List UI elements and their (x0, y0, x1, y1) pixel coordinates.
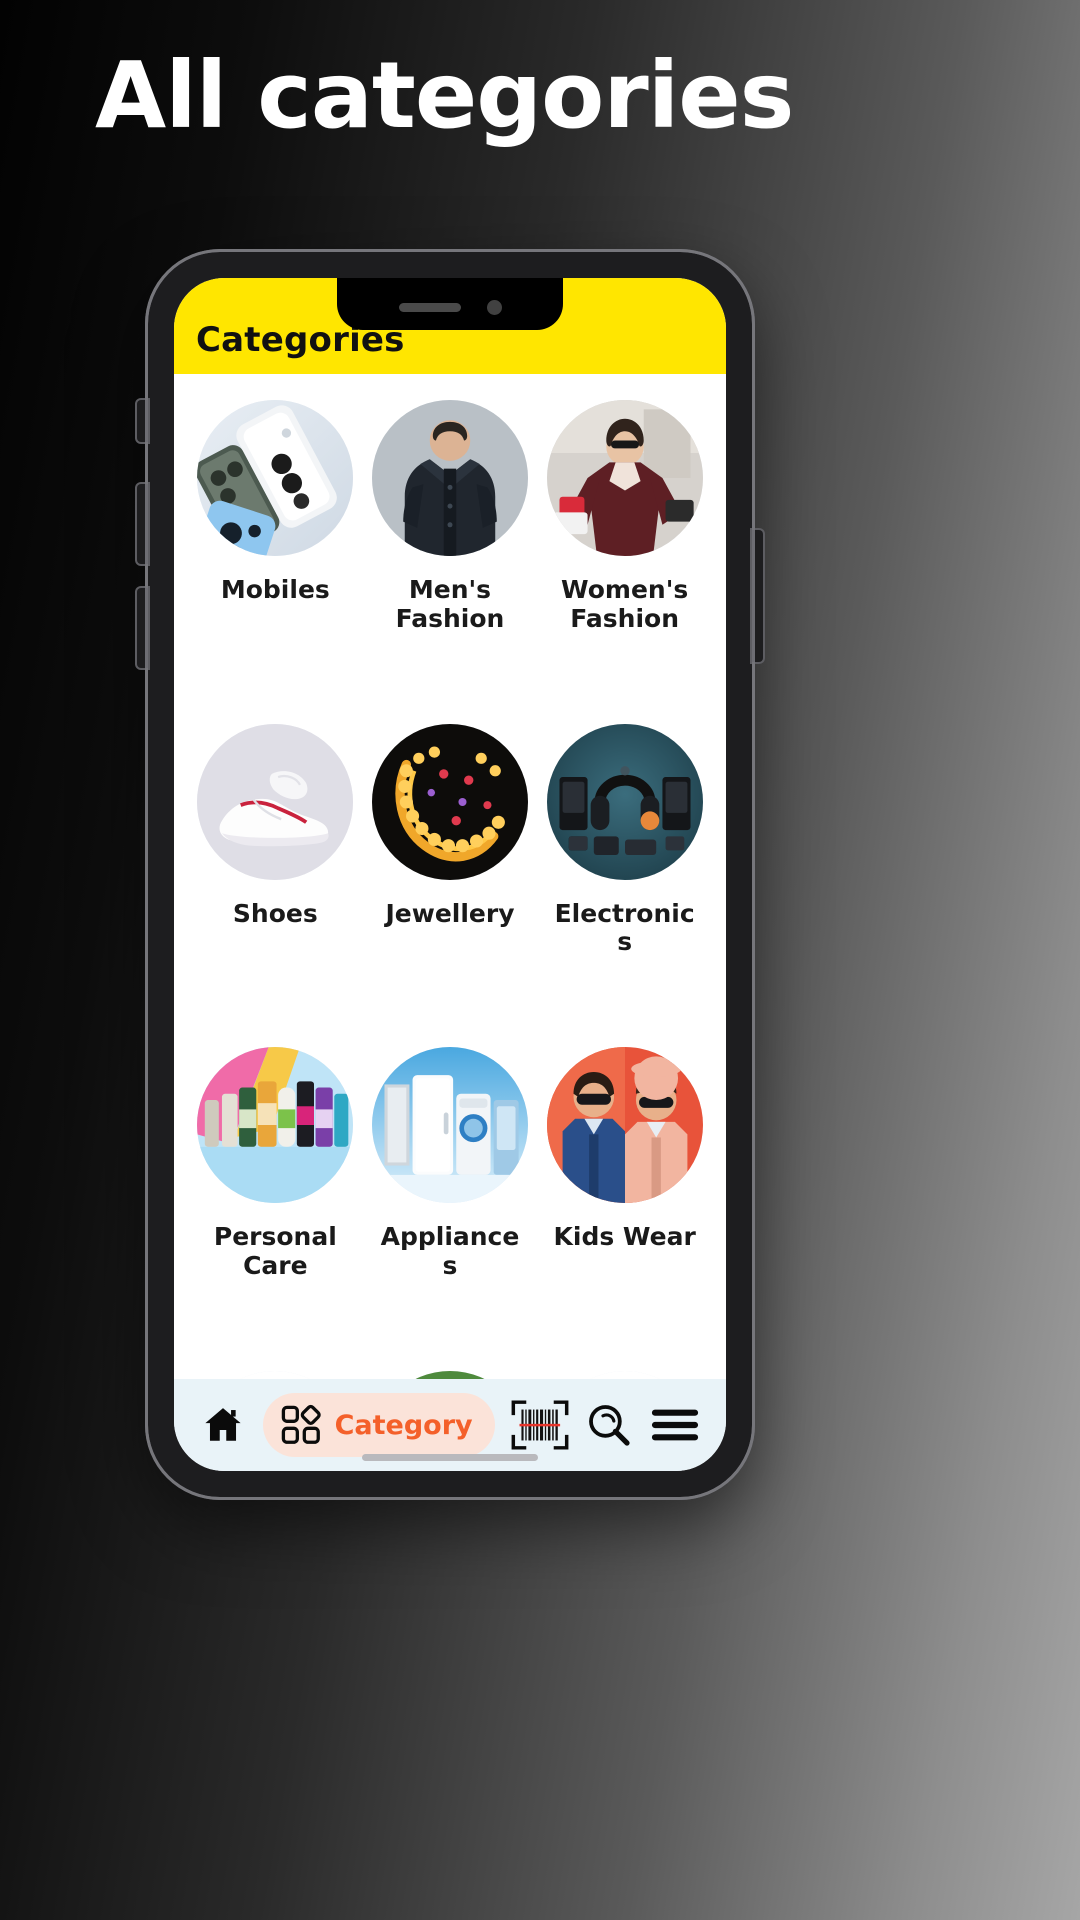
grocery-thumb-icon (197, 1370, 354, 1379)
volume-up-button[interactable] (137, 484, 148, 564)
grid-row-spacer (363, 973, 538, 1031)
speaker-grill-icon (398, 302, 461, 312)
nav-item-search[interactable] (585, 1401, 633, 1449)
category-item-jewellery[interactable]: Jewellery (363, 723, 538, 958)
jewellery-thumb-icon (371, 723, 528, 880)
category-item-mobiles[interactable]: Mobiles (188, 400, 363, 634)
grid-icon (281, 1404, 321, 1444)
grid-row-spacer (537, 973, 712, 1031)
category-grid-scroll[interactable]: Mobiles Men's Fashion Women's Fashion Sh… (174, 374, 726, 1379)
category-item-appliances[interactable]: Appliances (363, 1047, 538, 1281)
category-item-womens-fashion[interactable]: Women's Fashion (537, 400, 712, 634)
shoes-thumb-icon (197, 723, 354, 880)
grid-row-spacer (188, 1297, 363, 1355)
power-button[interactable] (752, 530, 763, 662)
category-item-electronics[interactable]: Electronics (537, 723, 712, 958)
category-active-pill[interactable]: Category (262, 1393, 495, 1457)
mute-switch[interactable] (137, 400, 148, 442)
nav-item-category[interactable]: Category (262, 1393, 495, 1457)
electronics-thumb-icon (546, 723, 703, 880)
category-label: Personal Care (213, 1222, 337, 1280)
home-indicator[interactable] (362, 1454, 538, 1461)
grid-row-spacer (363, 1297, 538, 1355)
category-grid: Mobiles Men's Fashion Women's Fashion Sh… (174, 374, 726, 1379)
nav-item-scan[interactable] (511, 1399, 569, 1451)
grid-row-spacer (363, 650, 538, 708)
nav-item-home[interactable] (200, 1402, 246, 1448)
volume-down-button[interactable] (137, 588, 148, 668)
category-label: Men's Fashion (395, 575, 505, 633)
category-label: Shoes (232, 898, 318, 928)
personal-care-thumb-icon (197, 1047, 354, 1203)
appliances-thumb-icon (371, 1047, 528, 1203)
category-item-kids-wear[interactable]: Kids Wear (537, 1047, 712, 1281)
category-item-vegetables[interactable] (537, 1370, 712, 1379)
phone-mockup: Categories Mobiles Men's Fashion Women's… (137, 249, 763, 1500)
category-label: Kids Wear (553, 1222, 696, 1251)
kids-wear-thumb-icon (546, 1047, 703, 1203)
category-label: Electronics (554, 898, 695, 957)
category-label: Appliances (380, 1222, 520, 1280)
search-icon (589, 1405, 631, 1446)
phone-notch (337, 278, 563, 330)
nav-item-menu[interactable] (650, 1405, 700, 1445)
mobiles-thumb-icon (197, 400, 354, 556)
category-item-shoes[interactable]: Shoes (188, 723, 363, 958)
category-item-grocery[interactable] (188, 1370, 363, 1379)
category-label: Jewellery (385, 898, 515, 928)
page-title: All categories (95, 42, 794, 149)
sports-thumb-icon (371, 1370, 528, 1379)
category-item-sports[interactable] (363, 1370, 538, 1379)
category-label: Women's Fashion (561, 575, 689, 633)
category-label: Mobiles (220, 575, 330, 604)
grid-row-spacer (537, 1297, 712, 1355)
category-item-mens-fashion[interactable]: Men's Fashion (363, 400, 538, 634)
grid-row-spacer (188, 650, 363, 708)
category-item-personal-care[interactable]: Personal Care (188, 1047, 363, 1281)
home-icon (205, 1408, 241, 1441)
phone-screen: Categories Mobiles Men's Fashion Women's… (174, 278, 726, 1471)
barcode-icon (511, 1400, 569, 1450)
vegetables-thumb-icon (546, 1370, 703, 1379)
hamburger-icon (651, 1409, 698, 1441)
grid-row-spacer (537, 650, 712, 708)
grid-row-spacer (188, 973, 363, 1031)
nav-label-category: Category (334, 1409, 473, 1441)
mens-fashion-thumb-icon (371, 400, 528, 556)
womens-fashion-thumb-icon (546, 400, 703, 556)
front-camera-icon (486, 299, 502, 315)
